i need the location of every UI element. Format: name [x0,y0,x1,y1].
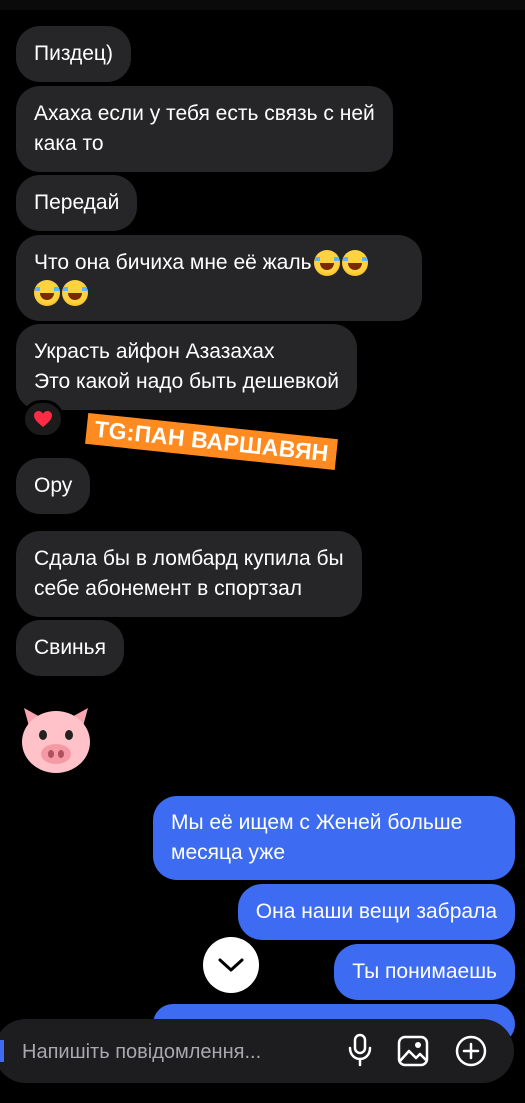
message-incoming[interactable]: Передай [16,175,138,231]
text-cursor-icon [0,1040,4,1062]
message-text-line: Что она бичиха мне её жаль [34,248,404,278]
message-text-line: кака то [34,132,104,155]
tears-of-joy-icon [341,250,368,277]
message-text: Свинья [34,636,106,659]
message-outgoing[interactable]: Ты понимаешь [334,944,515,1000]
message-incoming[interactable]: Сдала бы в ломбард купила бы себе абонем… [16,531,362,617]
message-text: Пиздец) [34,42,113,65]
heart-icon [34,411,52,427]
message-text-line: Украсть айфон Азазахах [34,340,275,363]
scroll-down-button[interactable] [203,937,259,993]
message-input[interactable]: Напишіть повідомлення... [22,1037,322,1067]
message-incoming[interactable]: Что она бичиха мне её жаль [16,235,422,321]
message-text-line: Ахаха если у тебя есть связь с ней [34,102,375,125]
message-text-line: Мы её ищем с Женей больше [171,811,463,834]
message-text-line [34,278,404,308]
message-text-line: месяца уже [171,841,285,864]
message-incoming[interactable]: Свинья [16,620,124,676]
message-text: Ты понимаешь [352,960,497,983]
message-text-line: Сдала бы в ломбард купила бы [34,547,344,570]
tears-of-joy-icon [313,250,340,277]
message-text-line: себе абонемент в спортзал [34,577,303,600]
message-incoming[interactable]: Ору [16,458,91,514]
message-outgoing[interactable]: Она наши вещи забрала [237,884,515,940]
message-incoming[interactable]: Украсть айфон Азазахах Это какой надо бы… [16,324,357,410]
message-outgoing[interactable]: Мы её ищем с Женей больше месяца уже [153,796,515,880]
pig-face-icon[interactable] [16,700,96,776]
message-text: Она наши вещи забрала [255,900,497,923]
message-text: Ору [34,474,73,497]
add-icon[interactable] [455,1035,487,1067]
message-text-line: Это какой надо быть дешевкой [34,370,339,393]
message-incoming[interactable]: Пиздец) [16,26,131,82]
tears-of-joy-icon [34,280,60,307]
message-incoming[interactable]: Ахаха если у тебя есть связь с ней кака … [16,86,393,172]
heart-reaction[interactable] [22,400,64,438]
tears-of-joy-icon [62,280,88,307]
message-text: Передай [34,191,120,214]
gallery-icon[interactable] [397,1035,429,1067]
microphone-icon[interactable] [346,1033,374,1067]
chevron-down-icon [218,958,244,972]
watermark-sticker: TG:ПАН ВАРШАВЯН [85,412,338,471]
top-edge [0,0,525,10]
